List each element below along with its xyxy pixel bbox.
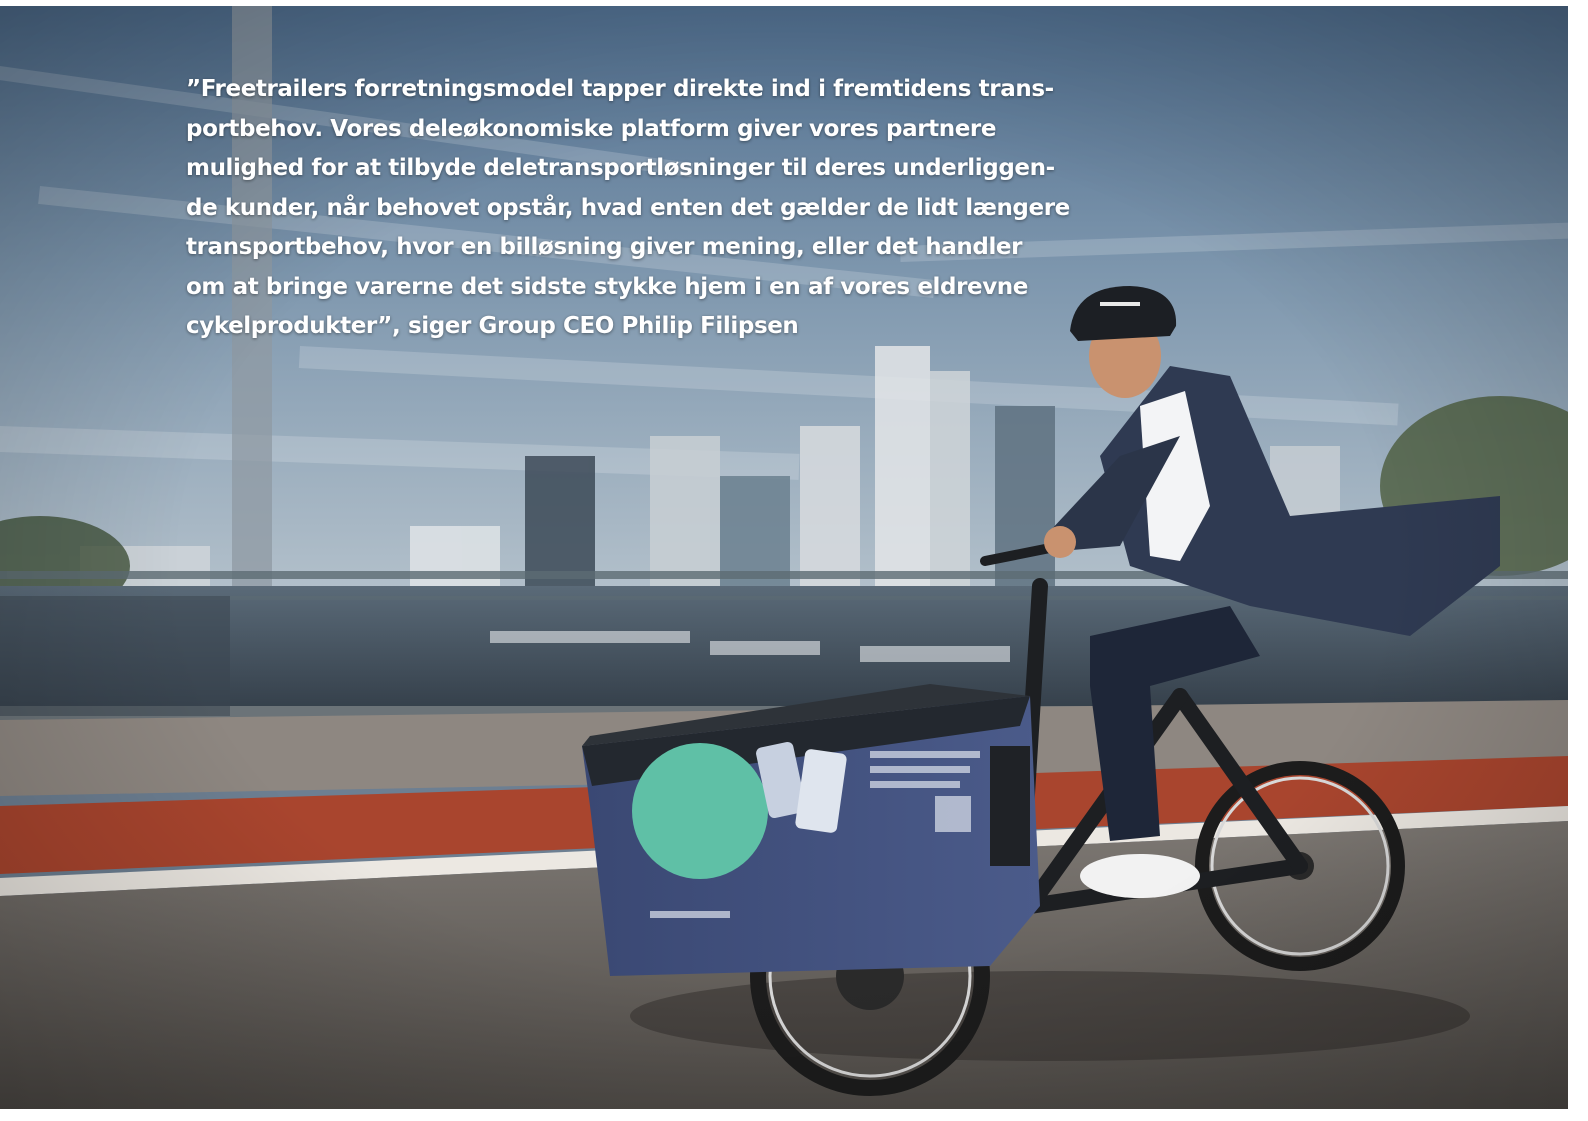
quote-line: mulighed for at tilbyde deletransportløs… (186, 155, 1055, 181)
quote-line: portbehov. Vores deleøkonomiske platform… (186, 115, 997, 142)
quote-line: de kunder, når behovet opstår, hvad ente… (186, 194, 1070, 221)
quote-line: cykelprodukter”, siger Group CEO Philip … (186, 313, 799, 339)
quote-line: om at bringe varerne det sidste stykke h… (186, 273, 1028, 300)
quote-line: ”Freetrailers forretningsmodel tapper di… (186, 76, 1054, 102)
quote-line: transportbehov, hvor en billøsning giver… (186, 234, 1023, 260)
quote-text: ”Freetrailers forretningsmodel tapper di… (186, 70, 1086, 347)
